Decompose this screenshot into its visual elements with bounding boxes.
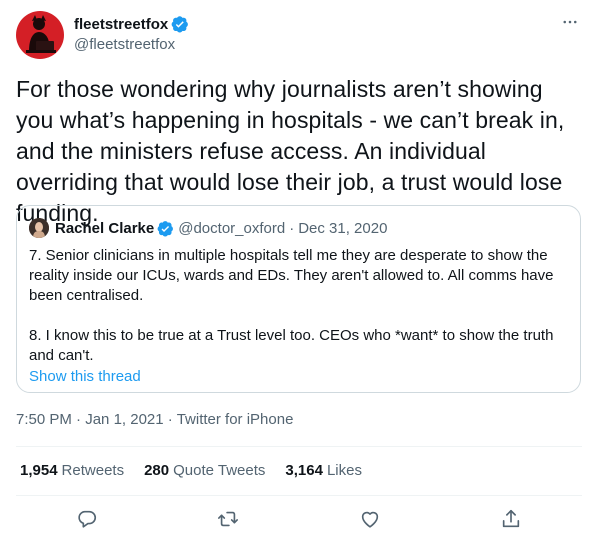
quoted-tweet-text: 7. Senior clinicians in multiple hospita… (29, 246, 567, 366)
avatar[interactable] (16, 11, 64, 59)
quote-tweets-stat[interactable]: 280 Quote Tweets (144, 462, 265, 479)
tweet-source[interactable]: Twitter for iPhone (177, 411, 294, 428)
quoted-display-name: Rachel Clarke (55, 219, 155, 237)
retweet-icon[interactable] (217, 508, 241, 532)
quote-tweets-count: 280 (144, 462, 170, 479)
retweets-label: Retweets (61, 462, 125, 479)
meta-separator: · (167, 411, 173, 428)
show-thread-link[interactable]: Show this thread (29, 368, 141, 385)
quote-tweets-label: Quote Tweets (173, 462, 266, 479)
quoted-handle: @doctor_oxford (178, 219, 286, 237)
verified-badge-icon (157, 220, 174, 237)
tweet-stats: 1,954 Retweets 280 Quote Tweets 3,164 Likes (20, 462, 382, 479)
tweet-meta: 7:50 PM · Jan 1, 2021 · Twitter for iPho… (16, 411, 293, 428)
tweet-time[interactable]: 7:50 PM (16, 411, 72, 428)
fox-silhouette-icon (26, 15, 56, 53)
divider (16, 495, 582, 496)
author-names: fleetstreetfox @fleetstreetfox (74, 14, 189, 53)
author-handle[interactable]: @fleetstreetfox (74, 36, 189, 53)
quoted-avatar (29, 218, 49, 238)
quoted-date[interactable]: Dec 31, 2020 (298, 220, 387, 237)
quoted-paragraph: 8. I know this to be true at a Trust lev… (29, 327, 554, 364)
retweets-stat[interactable]: 1,954 Retweets (20, 462, 124, 479)
author-display-name[interactable]: fleetstreetfox (74, 16, 168, 33)
likes-label: Likes (326, 462, 362, 479)
retweets-count: 1,954 (20, 462, 58, 479)
verified-badge-icon (171, 15, 189, 33)
quoted-separator: · (289, 219, 295, 237)
likes-stat[interactable]: 3,164 Likes (285, 462, 362, 479)
quoted-tweet-header: Rachel Clarke @doctor_oxford · Dec 31, 2… (29, 217, 387, 239)
heart-icon[interactable] (359, 508, 383, 532)
tweet-actions (16, 508, 582, 532)
reply-icon[interactable] (76, 508, 100, 532)
tweet-date[interactable]: Jan 1, 2021 (85, 411, 163, 428)
quoted-tweet[interactable]: Rachel Clarke @doctor_oxford · Dec 31, 2… (16, 205, 581, 393)
likes-count: 3,164 (285, 462, 323, 479)
more-horizontal-icon[interactable] (558, 13, 582, 33)
share-icon[interactable] (500, 508, 524, 532)
quoted-paragraph: 7. Senior clinicians in multiple hospita… (29, 247, 554, 304)
meta-separator: · (76, 411, 82, 428)
tweet-header: fleetstreetfox @fleetstreetfox (16, 11, 582, 59)
divider (16, 446, 582, 447)
